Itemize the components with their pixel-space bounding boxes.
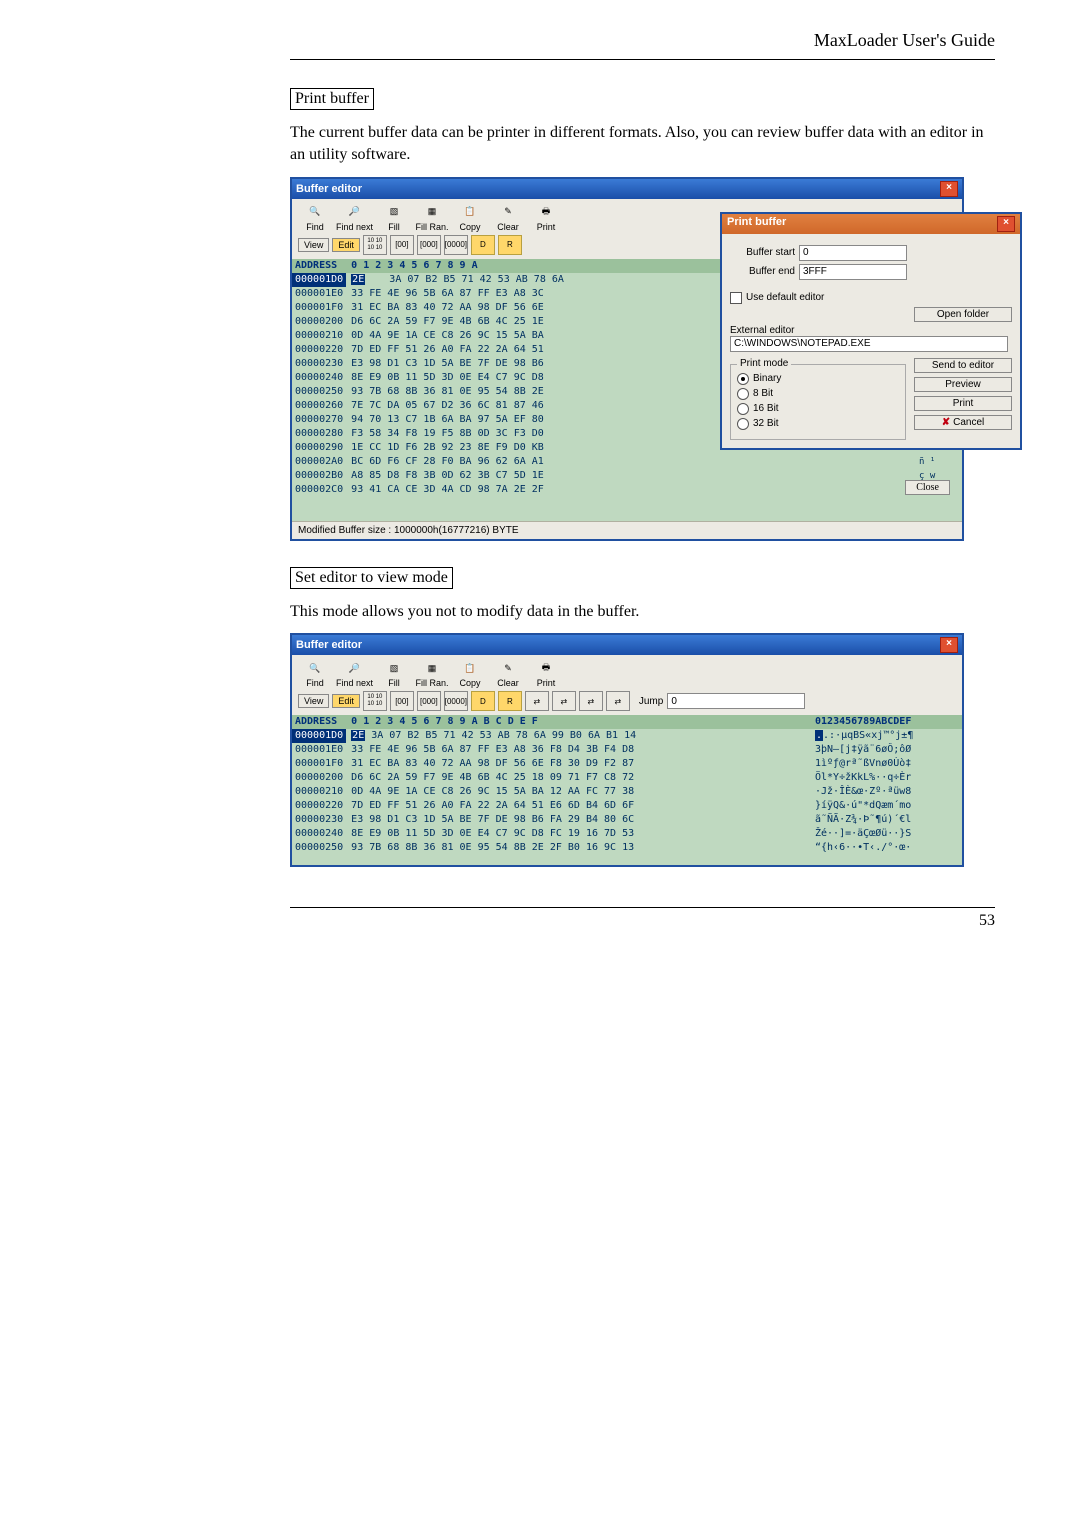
swap-icon[interactable]: ⇄ (606, 691, 630, 711)
window-title-2: Buffer editor (296, 639, 362, 651)
view-tab[interactable]: View (298, 694, 329, 708)
section2-text: This mode allows you not to modify data … (290, 601, 995, 623)
buffer-editor-window-2: Buffer editor × 🔍Find 🔎Find next ▧Fill ▦… (290, 633, 964, 867)
width-32[interactable]: [0000] (444, 235, 468, 255)
print-buffer-dialog: Print buffer × Buffer start Buffer end Us… (720, 212, 1022, 450)
swap-icon[interactable]: ⇄ (525, 691, 549, 711)
view-tab[interactable]: View (298, 238, 329, 252)
bits-icon[interactable]: 10 10 10 10 (363, 691, 387, 711)
edit-tab[interactable]: Edit (332, 238, 360, 252)
external-editor-label: External editor (730, 325, 1012, 336)
buffer-end-label: Buffer end (730, 266, 795, 277)
cancel-button[interactable]: ✘Cancel (914, 415, 1012, 430)
copy-button[interactable]: 📋Copy (453, 659, 487, 688)
d-button[interactable]: D (471, 235, 495, 255)
open-folder-button[interactable]: Open folder (914, 307, 1012, 322)
clear-button[interactable]: ✎Clear (491, 659, 525, 688)
r-button[interactable]: R (498, 691, 522, 711)
use-default-checkbox[interactable] (730, 292, 742, 304)
close-button[interactable]: Close (905, 480, 950, 495)
binary-radio[interactable] (737, 373, 749, 385)
buffer-end-input[interactable] (799, 264, 907, 280)
use-default-label: Use default editor (746, 292, 824, 303)
external-editor-path[interactable] (730, 336, 1008, 352)
print-button[interactable]: 🖶Print (529, 659, 563, 688)
jump-input[interactable] (667, 693, 805, 709)
width-8[interactable]: [00] (390, 691, 414, 711)
32bit-radio[interactable] (737, 418, 749, 430)
dialog-close-icon[interactable]: × (997, 216, 1015, 232)
8bit-radio[interactable] (737, 388, 749, 400)
doc-header: MaxLoader User's Guide (290, 30, 995, 51)
d-button[interactable]: D (471, 691, 495, 711)
fill-random-button[interactable]: ▦Fill Ran. (415, 659, 449, 688)
width-16[interactable]: [000] (417, 235, 441, 255)
find-button[interactable]: 🔍Find (298, 659, 332, 688)
clear-button[interactable]: ✎Clear (491, 203, 525, 232)
fill-button[interactable]: ▧Fill (377, 203, 411, 232)
print-action-button[interactable]: Print (914, 396, 1012, 411)
fill-random-button[interactable]: ▦Fill Ran. (415, 203, 449, 232)
section1-text: The current buffer data can be printer i… (290, 122, 995, 167)
dialog-title: Print buffer (727, 216, 786, 232)
find-next-button[interactable]: 🔎Find next (336, 659, 373, 688)
jump-label: Jump (639, 696, 663, 707)
window-title: Buffer editor (296, 183, 362, 195)
width-8[interactable]: [00] (390, 235, 414, 255)
edit-tab[interactable]: Edit (332, 694, 360, 708)
section-set-editor: Set editor to view mode (290, 567, 453, 589)
find-next-button[interactable]: 🔎Find next (336, 203, 373, 232)
print-mode-label: Print mode (737, 358, 791, 369)
16bit-radio[interactable] (737, 403, 749, 415)
copy-button[interactable]: 📋Copy (453, 203, 487, 232)
header-rule (290, 59, 995, 60)
hex-area-2: ADDRESS000001D0000001E0000001F0000002000… (292, 715, 962, 865)
close-icon[interactable]: × (940, 637, 958, 653)
fill-button[interactable]: ▧Fill (377, 659, 411, 688)
status-bar: Modified Buffer size : 1000000h(16777216… (292, 521, 962, 539)
print-button[interactable]: 🖶Print (529, 203, 563, 232)
find-button[interactable]: 🔍Find (298, 203, 332, 232)
swap-icon[interactable]: ⇄ (579, 691, 603, 711)
close-icon[interactable]: × (940, 181, 958, 197)
width-32[interactable]: [0000] (444, 691, 468, 711)
buffer-start-label: Buffer start (730, 247, 795, 258)
buffer-start-input[interactable] (799, 245, 907, 261)
r-button[interactable]: R (498, 235, 522, 255)
send-to-editor-button[interactable]: Send to editor (914, 358, 1012, 373)
page-number: 53 (290, 907, 995, 930)
preview-button[interactable]: Preview (914, 377, 1012, 392)
bits-icon[interactable]: 10 10 10 10 (363, 235, 387, 255)
width-16[interactable]: [000] (417, 691, 441, 711)
section-print-buffer: Print buffer (290, 88, 374, 110)
swap-icon[interactable]: ⇄ (552, 691, 576, 711)
